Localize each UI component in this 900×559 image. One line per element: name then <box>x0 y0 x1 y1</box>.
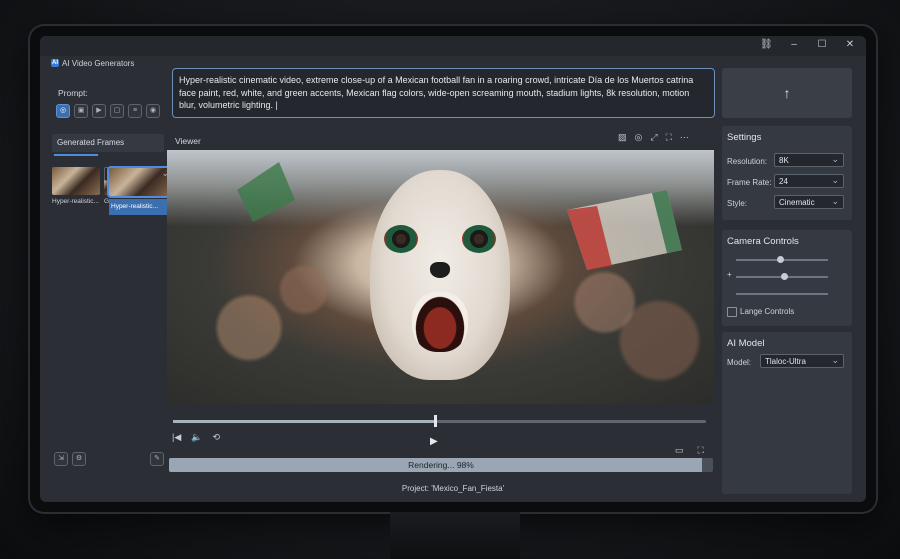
model-select[interactable]: Tlaloc-Ultra <box>760 353 844 368</box>
image-tool-icon[interactable]: ▣ <box>74 104 88 118</box>
image-icon[interactable]: ▨ <box>618 132 627 143</box>
more-icon[interactable]: ⋯ <box>680 132 689 143</box>
render-progress: Rendering... 98% <box>169 458 713 472</box>
transport-right: ▭ ⛶ <box>675 445 704 456</box>
app-logo: AI <box>51 59 59 67</box>
transport-left: |◀ 🔈 ⟲ <box>172 432 220 443</box>
lange-controls-checkbox[interactable] <box>727 307 737 317</box>
style-select[interactable]: Cinematic <box>774 194 844 209</box>
ai-model-panel: AI Model Model: Tlaloc-Ultra <box>722 332 852 494</box>
settings-title: Settings <box>727 132 762 143</box>
app-title: AI Video Generators <box>62 59 135 68</box>
camera-slider[interactable] <box>736 256 828 263</box>
flag-left <box>237 162 295 222</box>
frame-thumbnail[interactable]: Hyper-realistic... <box>52 167 100 205</box>
camera-controls-panel: Camera Controls + Lange Controls <box>722 230 852 326</box>
frame-thumbnails: Hyper-realistic... Hyper-realistic... Ge… <box>52 166 175 215</box>
volume-icon[interactable]: 🔈 <box>191 432 202 443</box>
model-label: Model: <box>727 358 752 367</box>
generated-frames-tab[interactable]: Generated Frames <box>52 134 164 152</box>
viewer-title: Viewer <box>175 136 201 146</box>
minimize-icon[interactable]: – <box>788 39 800 50</box>
viewer-toolbar: ▨ ◎ ⤢ ⛶ ⋯ <box>618 132 689 143</box>
camera-title: Camera Controls <box>727 236 799 247</box>
sidebar-footer: ⇲ ⚙ <box>54 452 86 466</box>
app-window: AI AI Video Generators ⛓ – ☐ ✕ Prompt: ◎… <box>40 36 866 502</box>
eye-left <box>384 225 418 253</box>
loop-icon[interactable]: ⟲ <box>212 432 220 443</box>
play-icon[interactable]: ▶ <box>430 436 438 447</box>
video-preview[interactable] <box>167 150 714 404</box>
gear-icon[interactable]: ⚙ <box>72 452 86 466</box>
video-tool-icon[interactable]: ▶ <box>92 104 106 118</box>
nose <box>430 262 450 278</box>
render-progress-text: Rendering... 98% <box>408 460 474 470</box>
monitor-stand <box>390 512 520 559</box>
eye-right <box>462 225 496 253</box>
skip-back-icon[interactable]: |◀ <box>172 432 181 443</box>
close-icon[interactable]: ✕ <box>844 39 856 50</box>
layers-tool-icon[interactable]: ≡ <box>128 104 142 118</box>
prompt-input[interactable]: Hyper-realistic cinematic video, extreme… <box>172 68 715 118</box>
settings-tool-icon[interactable]: ◉ <box>146 104 160 118</box>
timeline-handle[interactable] <box>434 415 438 427</box>
prompt-label: Prompt: <box>58 88 88 98</box>
painted-face <box>370 170 510 380</box>
title-bar <box>40 36 866 56</box>
plus-icon: + <box>727 270 732 279</box>
edit-icon[interactable]: ✎ <box>150 452 164 466</box>
tab-underline <box>54 154 98 156</box>
fit-icon[interactable]: ⤢ <box>650 132 657 143</box>
frame-label: Hyper-realistic... <box>52 198 99 205</box>
lange-controls-label: Lange Controls <box>740 307 795 316</box>
export-icon[interactable]: ⇲ <box>54 452 68 466</box>
frame-tool-icon[interactable]: ▢ <box>110 104 124 118</box>
frame-rate-select[interactable]: 24 <box>774 173 844 188</box>
camera-slider[interactable] <box>736 293 828 295</box>
mouth <box>412 292 468 352</box>
style-label: Style: <box>727 199 748 208</box>
crop-icon[interactable]: ⛶ <box>666 132 672 143</box>
slider-handle[interactable] <box>777 256 785 263</box>
camera-slider[interactable] <box>736 273 828 280</box>
frame-thumbnail[interactable]: Hyper-realistic... <box>104 166 175 215</box>
prompt-tools: ◎ ▣ ▶ ▢ ≡ ◉ <box>56 104 160 118</box>
resolution-select[interactable]: 8K <box>774 152 844 167</box>
generate-tool-icon[interactable]: ◎ <box>56 104 70 118</box>
target-icon[interactable]: ◎ <box>635 132 643 143</box>
generate-upload-button[interactable]: ↑ <box>722 68 852 118</box>
frame-image <box>107 166 175 198</box>
resolution-label: Resolution: <box>727 157 768 166</box>
timeline-scrubber[interactable] <box>173 415 706 427</box>
frame-image <box>52 167 100 195</box>
slider-handle[interactable] <box>780 273 788 280</box>
left-sidebar: Prompt: ◎ ▣ ▶ ▢ ≡ ◉ Generated Frames Hyp… <box>50 80 175 472</box>
frame-rate-label: Frame Rate: <box>727 178 772 187</box>
maximize-icon[interactable]: ☐ <box>816 39 828 50</box>
settings-panel: Settings Resolution: 8K Frame Rate: 24 S… <box>722 126 852 220</box>
fullscreen-icon[interactable]: ⛶ <box>698 445 704 456</box>
timeline-fill <box>173 420 435 423</box>
window-controls: ⛓ – ☐ ✕ <box>760 39 856 50</box>
ai-model-title: AI Model <box>727 338 765 349</box>
cc-icon[interactable]: ▭ <box>675 445 684 456</box>
link-icon[interactable]: ⛓ <box>760 39 773 50</box>
frame-label: Hyper-realistic... <box>109 199 173 215</box>
